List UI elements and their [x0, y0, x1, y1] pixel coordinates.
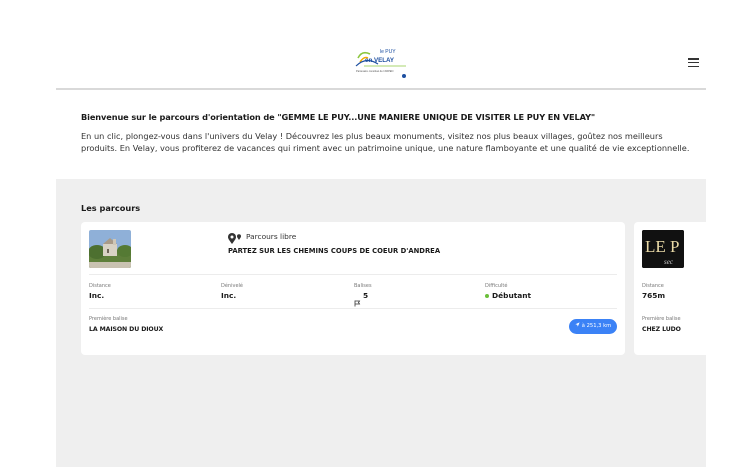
- thumbnail-subtext: sec: [664, 258, 674, 266]
- distance-away-button[interactable]: à 251,3 km: [569, 319, 617, 334]
- route-name[interactable]: PARTEZ SUR LES CHEMINS COUPS DE COEUR D'…: [228, 247, 440, 255]
- thumbnail-text: LE P: [645, 237, 679, 256]
- card-divider: [89, 274, 617, 275]
- logo-text-bottom: en VELAY: [365, 57, 395, 64]
- route-card[interactable]: LE P sec Distance 765m Première balise C…: [634, 222, 706, 355]
- logo-tagline: Partenaire constitué de l'ARPEN: [356, 69, 394, 73]
- le-puy-en-velay-logo[interactable]: le PUY en VELAY Partenaire constitué de …: [354, 44, 408, 80]
- first-beacon-value: LA MAISON DU DIOUX: [89, 326, 164, 333]
- elevation-label: Dénivelé: [221, 283, 243, 289]
- hamburger-menu-icon[interactable]: [688, 58, 700, 68]
- difficulty-label: Difficulté: [485, 283, 508, 289]
- logo-text-top: le PUY: [380, 49, 396, 55]
- elevation-value: Inc.: [221, 291, 237, 300]
- first-beacon-label: Première balise: [89, 316, 128, 322]
- route-thumbnail: [89, 230, 131, 268]
- site-header: le PUY en VELAY Partenaire constitué de …: [56, 0, 706, 90]
- route-type: Parcours libre: [246, 232, 297, 241]
- route-card[interactable]: Parcours libre PARTEZ SUR LES CHEMINS CO…: [81, 222, 625, 355]
- card-divider: [89, 308, 617, 309]
- route-thumbnail: LE P sec: [642, 230, 684, 268]
- difficulty-value: Débutant: [492, 291, 532, 300]
- beacons-label: Balises: [354, 283, 372, 289]
- intro-title: Bienvenue sur le parcours d'orientation …: [81, 112, 596, 122]
- difficulty-dot-icon: [485, 294, 489, 298]
- distance-label: Distance: [642, 283, 664, 289]
- distance-value: Inc.: [89, 291, 105, 300]
- routes-section: Les parcours Parcours libre PARTEZ SUR L…: [56, 179, 706, 467]
- routes-title: Les parcours: [81, 203, 141, 213]
- distance-value: 765m: [642, 291, 666, 300]
- first-beacon-value: CHEZ LUDO: [642, 326, 681, 333]
- intro-text: En un clic, plongez-vous dans l'univers …: [81, 131, 690, 153]
- page: le PUY en VELAY Partenaire constitué de …: [0, 0, 754, 467]
- first-beacon-label: Première balise: [642, 316, 681, 322]
- distance-label: Distance: [89, 283, 111, 289]
- navigation-arrow-icon: [575, 319, 580, 334]
- beacons-value: 5: [363, 291, 369, 300]
- distance-away-label: à 251,3 km: [581, 323, 612, 329]
